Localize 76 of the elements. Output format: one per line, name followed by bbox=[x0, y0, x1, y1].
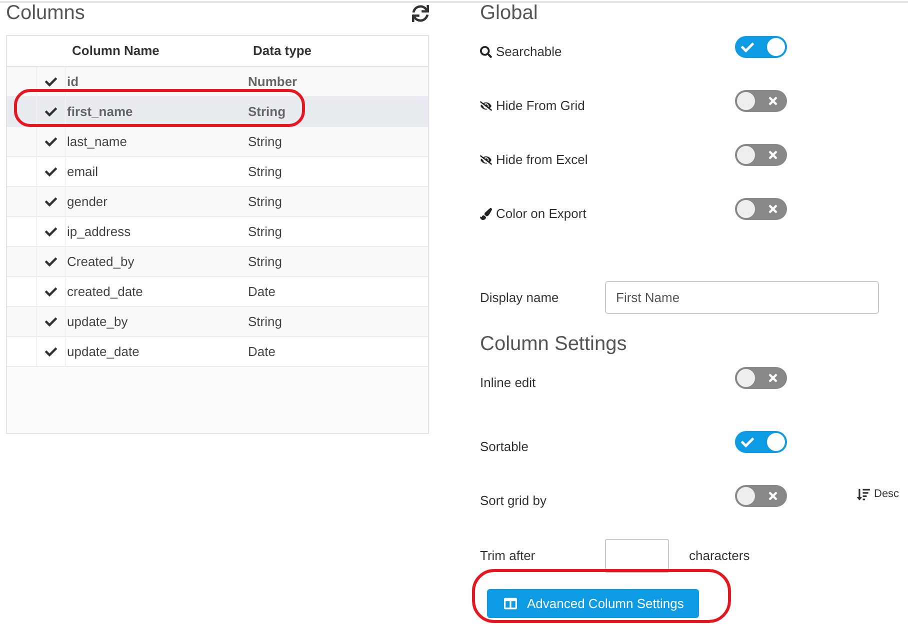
toggle-knob bbox=[767, 38, 785, 56]
table-cell-text: String bbox=[247, 102, 287, 120]
table-cell-text: first_name bbox=[66, 102, 134, 120]
column-header: Data type bbox=[252, 42, 313, 60]
table-cell-text: ip_address bbox=[66, 222, 132, 240]
table-cell-text: String bbox=[247, 192, 283, 210]
table-row[interactable]: gender String bbox=[7, 187, 428, 217]
table-cell-text: String bbox=[247, 162, 283, 180]
table-row[interactable]: update_by String bbox=[7, 307, 428, 337]
toggle-switch[interactable] bbox=[735, 36, 787, 58]
table-cell-text: last_name bbox=[66, 132, 128, 150]
table-row[interactable]: ip_address String bbox=[7, 217, 428, 247]
table-row[interactable]: update_date Date bbox=[7, 337, 428, 367]
x-icon bbox=[767, 490, 779, 502]
unit-label: characters bbox=[689, 547, 750, 565]
table-row[interactable]: email String bbox=[7, 157, 428, 187]
column-header: Column Name bbox=[71, 42, 160, 60]
table-cell-text: id bbox=[66, 72, 80, 90]
eye-slash-icon bbox=[480, 154, 492, 166]
field-label: Display name bbox=[480, 288, 560, 306]
toggle-switch[interactable] bbox=[735, 367, 787, 389]
table-cell-text: String bbox=[247, 222, 283, 240]
table-row[interactable]: created_date Date bbox=[7, 277, 428, 307]
setting-label: Hide From Grid bbox=[496, 97, 585, 115]
setting-label: Sort grid by bbox=[480, 492, 546, 510]
x-icon bbox=[767, 203, 779, 215]
table-cell-text: Date bbox=[247, 282, 276, 300]
text-field[interactable]: First Name bbox=[605, 281, 879, 314]
toggle-knob bbox=[737, 487, 755, 505]
table-cell-text: gender bbox=[66, 192, 108, 210]
toggle-switch[interactable] bbox=[735, 485, 787, 507]
toggle-switch[interactable] bbox=[735, 90, 787, 112]
table-cell-text: String bbox=[247, 312, 283, 330]
table-cell-text: created_date bbox=[66, 282, 144, 300]
table-row[interactable]: last_name String bbox=[7, 127, 428, 157]
toggle-knob bbox=[737, 369, 755, 387]
toggle-knob bbox=[737, 146, 755, 164]
table-cell-text: Number bbox=[247, 72, 298, 90]
table-row[interactable]: first_name String bbox=[7, 97, 428, 127]
brush-icon bbox=[480, 208, 492, 220]
check-icon bbox=[741, 436, 754, 448]
toggle-knob bbox=[767, 433, 785, 451]
x-icon bbox=[767, 149, 779, 161]
table-cell-text: update_by bbox=[66, 312, 129, 330]
setting-label: Color on Export bbox=[496, 205, 586, 223]
toggle-knob bbox=[737, 200, 755, 218]
toggle-switch[interactable] bbox=[735, 431, 787, 453]
setting-label: Hide from Excel bbox=[496, 151, 588, 169]
table-cell-text: Created_by bbox=[66, 252, 136, 270]
check-icon bbox=[741, 40, 754, 54]
table-cell-text: update_date bbox=[66, 342, 140, 360]
section-title: Global bbox=[480, 3, 539, 23]
table-cell-text: email bbox=[66, 162, 100, 180]
setting-label: Trim after bbox=[480, 547, 536, 565]
setting-label: Searchable bbox=[496, 43, 562, 61]
columns-icon bbox=[504, 597, 517, 610]
sort-order-button[interactable]: Desc bbox=[857, 487, 900, 501]
number-field[interactable] bbox=[605, 539, 669, 573]
eye-slash-icon bbox=[480, 100, 492, 112]
toggle-switch[interactable] bbox=[735, 198, 787, 220]
x-icon bbox=[767, 372, 779, 384]
refresh-icon[interactable] bbox=[412, 4, 429, 22]
toggle-switch[interactable] bbox=[735, 144, 787, 166]
table-row[interactable]: Created_by String bbox=[7, 247, 428, 277]
section-title: Column Settings bbox=[480, 334, 628, 354]
search-icon bbox=[480, 46, 492, 58]
setting-label: Sortable bbox=[480, 438, 528, 456]
toggle-knob bbox=[737, 92, 755, 110]
sort-descending-icon bbox=[857, 488, 870, 500]
table-row[interactable]: id Number bbox=[7, 67, 428, 97]
setting-label: Inline edit bbox=[480, 374, 536, 392]
table-cell-text: Date bbox=[247, 342, 276, 360]
table-cell-text: String bbox=[247, 132, 283, 150]
table-cell-text: String bbox=[247, 252, 283, 270]
x-icon bbox=[767, 95, 779, 107]
panel-title: Columns bbox=[6, 3, 85, 23]
